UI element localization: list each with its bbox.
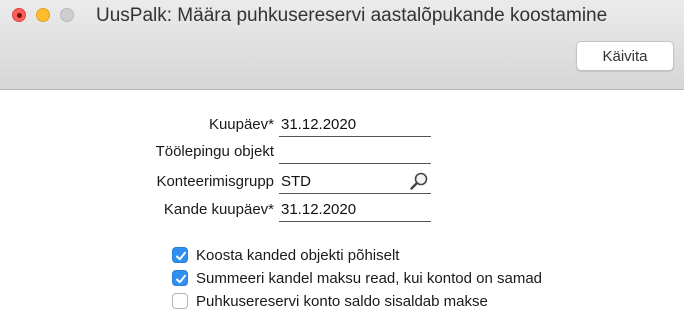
window-title: UusPalk: Määra puhkusereservi aastalõpuk… bbox=[96, 5, 608, 26]
checkmark-icon bbox=[176, 274, 186, 284]
posting-group-field[interactable]: STD bbox=[279, 170, 431, 194]
checkbox-balance-tax[interactable] bbox=[172, 293, 188, 309]
run-button[interactable]: Käivita bbox=[576, 41, 674, 71]
contract-object-field[interactable] bbox=[279, 140, 431, 164]
checkmark-icon bbox=[176, 251, 186, 261]
entry-date-value: 31.12.2020 bbox=[281, 201, 357, 218]
checkbox-sum-tax[interactable] bbox=[172, 270, 188, 286]
date-value: 31.12.2020 bbox=[281, 116, 357, 133]
contract-object-row: Töölepingu objekt bbox=[0, 140, 684, 164]
checkbox-balance-tax-label: Puhkusereservi konto saldo sisaldab maks… bbox=[196, 293, 488, 310]
minimize-window-button[interactable] bbox=[36, 8, 50, 22]
entry-date-field[interactable]: 31.12.2020 bbox=[279, 198, 431, 222]
entry-date-row: Kande kuupäev* 31.12.2020 bbox=[0, 198, 684, 222]
contract-object-label: Töölepingu objekt bbox=[155, 143, 274, 160]
posting-group-label: Konteerimisgrupp bbox=[156, 173, 274, 190]
window: UusPalk: Määra puhkusereservi aastalõpuk… bbox=[0, 0, 684, 322]
date-field[interactable]: 31.12.2020 bbox=[279, 113, 431, 137]
checkbox-objects-label: Koosta kanded objekti põhiselt bbox=[196, 247, 400, 264]
window-toolbar: UusPalk: Määra puhkusereservi aastalõpuk… bbox=[0, 0, 684, 90]
posting-group-value: STD bbox=[281, 173, 311, 190]
checkbox-sum-tax-label: Summeeri kandel maksu read, kui kontod o… bbox=[196, 270, 543, 287]
entry-date-label: Kande kuupäev* bbox=[163, 201, 274, 218]
search-icon[interactable] bbox=[409, 171, 429, 191]
zoom-window-button[interactable] bbox=[60, 8, 74, 22]
checkbox-objects[interactable] bbox=[172, 247, 188, 263]
date-label: Kuupäev* bbox=[208, 116, 274, 133]
posting-group-row: Konteerimisgrupp STD bbox=[0, 170, 684, 194]
date-row: Kuupäev* 31.12.2020 bbox=[0, 113, 684, 137]
close-window-button[interactable] bbox=[12, 8, 26, 22]
